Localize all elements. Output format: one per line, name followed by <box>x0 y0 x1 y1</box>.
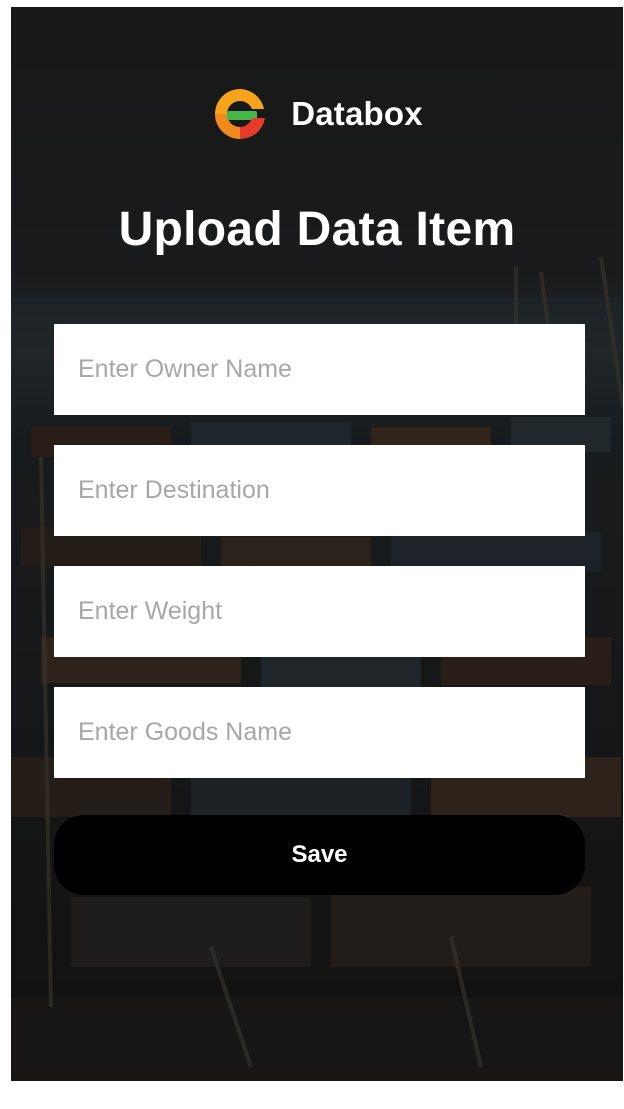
background-dim-overlay <box>11 7 623 1081</box>
destination-input[interactable] <box>54 445 585 536</box>
brand-name: Databox <box>291 95 423 132</box>
save-button[interactable]: Save <box>54 815 585 895</box>
goods-name-input[interactable] <box>54 687 585 778</box>
page-title: Upload Data Item <box>118 203 516 256</box>
databox-logo-icon <box>211 85 269 143</box>
owner-name-input[interactable] <box>54 324 585 415</box>
weight-input[interactable] <box>54 566 585 657</box>
app-screen: Databox Upload Data Item Save <box>11 7 623 1081</box>
brand-header: Databox <box>11 84 623 144</box>
